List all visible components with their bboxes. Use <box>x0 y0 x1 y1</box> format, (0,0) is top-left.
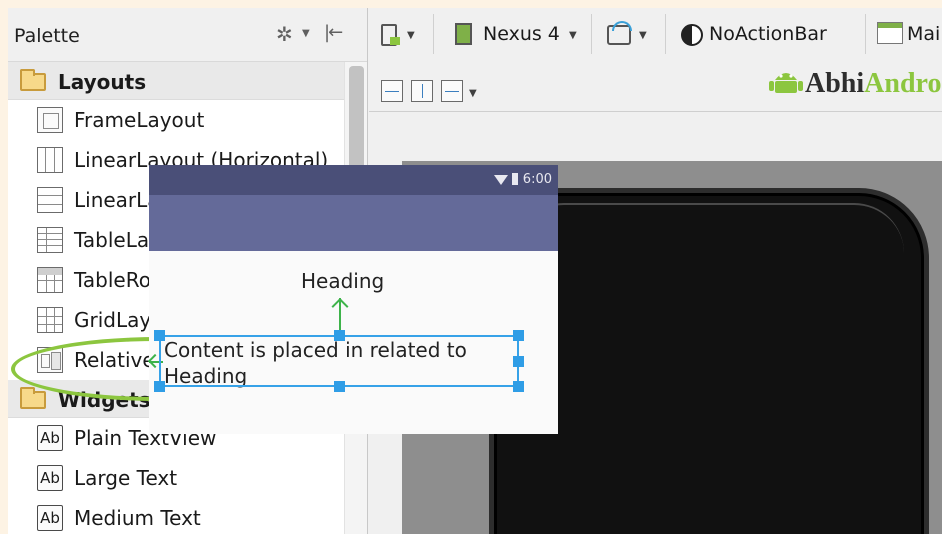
textview-icon: Ab <box>37 425 63 451</box>
toolbar-row-top: ▼ Nexus 4 ▼ ▼ NoActionBar Mai <box>369 8 942 62</box>
palette-item-label: Large Text <box>74 466 178 490</box>
toolbar-divider <box>591 14 592 54</box>
android-robot-icon <box>769 73 803 93</box>
textview-icon: Ab <box>37 465 63 491</box>
status-time: 6:00 <box>522 172 552 187</box>
logo-text: AbhiAndroid <box>805 68 942 100</box>
battery-icon <box>512 173 518 185</box>
toolbar-divider <box>665 14 666 54</box>
logo-text-abhi: Abhi <box>805 68 865 99</box>
resize-handle[interactable] <box>513 356 524 367</box>
selection-box[interactable] <box>159 335 519 387</box>
device-screen[interactable]: 6:00 Heading Content is placed in relate… <box>149 165 558 434</box>
frame-layout-icon <box>37 107 63 133</box>
toolbar-divider <box>433 14 434 54</box>
zoom-fit-width-icon[interactable] <box>381 80 403 102</box>
table-layout-icon <box>37 227 63 253</box>
heading-textview[interactable]: Heading <box>301 269 384 293</box>
palette-title: Palette <box>14 25 80 47</box>
resize-handle[interactable] <box>334 381 345 392</box>
category-layouts[interactable]: Layouts <box>8 62 344 100</box>
editor-toolbar: ▼ Nexus 4 ▼ ▼ NoActionBar Mai ▼ AbhiAndr… <box>369 8 942 112</box>
activity-icon[interactable] <box>877 22 903 44</box>
app-bar <box>149 195 558 251</box>
phone-icon[interactable] <box>455 23 472 45</box>
folder-icon <box>20 387 46 409</box>
activity-selector[interactable]: Mai <box>907 23 940 45</box>
category-label: Layouts <box>58 70 147 94</box>
toolbar-divider <box>865 14 866 54</box>
table-row-icon <box>37 267 63 293</box>
theme-icon[interactable] <box>681 24 703 46</box>
device-icon[interactable] <box>381 24 400 46</box>
chevron-down-icon[interactable]: ▼ <box>302 28 310 39</box>
palette-item-label: FrameLayout <box>74 108 205 132</box>
textview-icon: Ab <box>37 505 63 531</box>
zoom-to-fit-icon[interactable] <box>441 80 463 102</box>
palette-item-label: Medium Text <box>74 506 201 530</box>
wifi-icon <box>494 175 508 185</box>
android-studio-layout-editor: Palette ✲ ▼ |← Layouts FrameLayout Linea… <box>8 8 942 534</box>
chevron-down-icon[interactable]: ▼ <box>469 88 477 99</box>
device-selector[interactable]: Nexus 4 <box>483 23 560 45</box>
palette-item-large-text[interactable]: Ab Large Text <box>8 458 344 498</box>
resize-handle[interactable] <box>154 381 165 392</box>
palette-item-medium-text[interactable]: Ab Medium Text <box>8 498 344 534</box>
palette-item-framelayout[interactable]: FrameLayout <box>8 100 344 140</box>
chevron-down-icon[interactable]: ▼ <box>639 30 647 41</box>
chevron-down-icon[interactable]: ▼ <box>569 30 577 41</box>
linear-layout-horizontal-icon <box>37 147 63 173</box>
theme-selector[interactable]: NoActionBar <box>709 23 827 45</box>
palette-header: Palette ✲ ▼ |← <box>8 8 367 62</box>
resize-handle[interactable] <box>513 381 524 392</box>
hide-panel-icon[interactable]: |← <box>324 22 343 43</box>
folder-icon <box>20 69 46 91</box>
gear-icon[interactable]: ✲ <box>276 22 293 46</box>
resize-handle[interactable] <box>513 330 524 341</box>
chevron-down-icon[interactable]: ▼ <box>407 30 415 41</box>
logo-text-android: Android <box>864 68 942 99</box>
status-bar: 6:00 <box>149 165 558 195</box>
device-bezel-highlight <box>514 203 904 253</box>
orientation-icon[interactable] <box>607 21 632 45</box>
linear-layout-vertical-icon <box>37 187 63 213</box>
zoom-fit-height-icon[interactable] <box>411 80 433 102</box>
grid-layout-icon <box>37 307 63 333</box>
resize-handle[interactable] <box>154 330 165 341</box>
resize-handle[interactable] <box>334 330 345 341</box>
